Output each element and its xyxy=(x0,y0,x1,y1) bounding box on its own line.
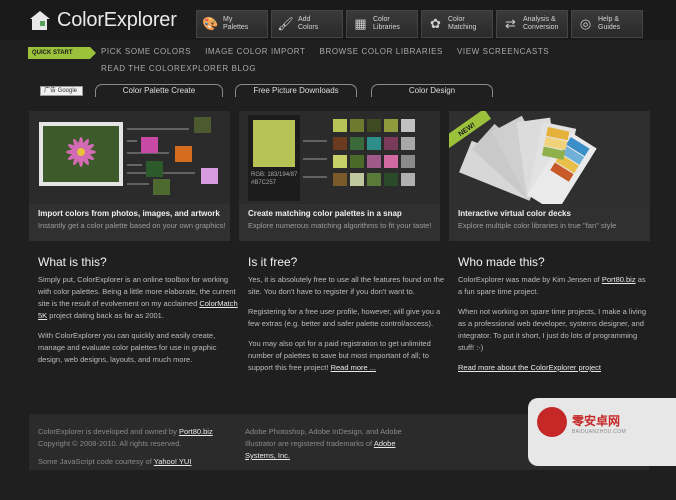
quick-start-label: QUICK START xyxy=(28,47,96,59)
link-pick-colors[interactable]: PICK SOME COLORS xyxy=(101,47,191,56)
link-browse-libraries[interactable]: BROWSE COLOR LIBRARIES xyxy=(320,47,443,56)
footer-link-port80[interactable]: Port80.biz xyxy=(179,427,213,436)
lifebuoy-icon: ◎ xyxy=(579,16,592,31)
sub-nav: QUICK START PICK SOME COLORS IMAGE COLOR… xyxy=(0,42,676,77)
nav-item-label: Analysis & Conversion xyxy=(523,16,559,31)
swatch-rgb-text: RGB: 183/194/87 #B7C257 xyxy=(251,172,298,186)
main-nav: 🎨 My Palettes 🖌 Add Colors ▦ Color Libraries ✿… xyxy=(196,10,643,38)
nav-item-label: Help & Guides xyxy=(598,16,621,31)
watermark: 零安卓网 BAIDUANZHOU.COM xyxy=(528,398,676,466)
library-icon: ▦ xyxy=(354,16,367,31)
feature-panel-matching[interactable]: RGB: 183/194/87 #B7C257 Create matching c… xyxy=(239,111,440,241)
panel-description: Explore multiple color libraries in true… xyxy=(458,221,617,230)
panel-description: Instantly get a color palette based on y… xyxy=(38,221,226,230)
section-who: Who made this? ColorExplorer was made by… xyxy=(458,255,647,372)
section-what: What is this? Simply put, ColorExplorer … xyxy=(38,255,238,364)
section-heading: Who made this? xyxy=(458,255,545,269)
house-logo-icon xyxy=(30,10,51,31)
nav-item-label: Color Libraries xyxy=(373,16,400,31)
section-free: Is it free? Yes, it is absolutely free t… xyxy=(248,255,448,382)
matching-illustration xyxy=(239,111,440,204)
feature-panel-import[interactable]: Import colors from photos, images, and a… xyxy=(29,111,230,241)
link-port80[interactable]: Port80.biz xyxy=(602,275,636,284)
link-read-more-project[interactable]: Read more about the ColorExplorer projec… xyxy=(458,363,601,372)
footer-link-yui[interactable]: Yahoo! YUI xyxy=(154,457,192,466)
ad-link-palette-create[interactable]: Color Palette Create xyxy=(95,84,223,97)
link-image-import[interactable]: IMAGE COLOR IMPORT xyxy=(205,47,305,56)
nav-item-label: Color Matching xyxy=(448,16,477,31)
palette-icon: 🎨 xyxy=(202,16,219,31)
import-illustration xyxy=(29,111,230,204)
panel-title: Create matching color palettes in a snap xyxy=(248,209,402,218)
link-blog[interactable]: READ THE COLOREXPLORER BLOG xyxy=(101,64,256,73)
color-wheel-icon: ✿ xyxy=(430,16,441,31)
brush-icon: 🖌 xyxy=(277,16,294,31)
panel-title: Interactive virtual color decks xyxy=(458,209,571,218)
google-ad-button[interactable]: 广告 Google xyxy=(40,86,83,96)
top-bar: ColorExplorer 🎨 My Palettes 🖌 Add Colors ▦ Co… xyxy=(0,0,676,40)
panel-description: Explore numerous matching algorithms to … xyxy=(248,221,432,230)
section-heading: What is this? xyxy=(38,255,107,269)
nav-item-label: Add Colors xyxy=(298,16,319,31)
panel-title: Import colors from photos, images, and a… xyxy=(38,209,220,218)
nav-item-0[interactable]: 🎨 My Palettes xyxy=(196,10,268,38)
watermark-logo-icon xyxy=(537,407,567,437)
ad-link-color-design[interactable]: Color Design xyxy=(371,84,493,97)
nav-item-5[interactable]: ◎ Help & Guides xyxy=(571,10,643,38)
nav-item-3[interactable]: ✿ Color Matching xyxy=(421,10,493,38)
section-heading: Is it free? xyxy=(248,255,298,269)
convert-icon: ⇄ xyxy=(505,16,516,31)
nav-item-label: My Palettes xyxy=(223,16,249,31)
link-screencasts[interactable]: VIEW SCREENCASTS xyxy=(457,47,549,56)
link-read-more[interactable]: Read more ... xyxy=(331,363,376,372)
color-deck-illustration: NEW! xyxy=(449,111,650,204)
feature-panel-decks[interactable]: NEW! Interactive virtual color decks Exp… xyxy=(449,111,650,241)
ad-link-picture-downloads[interactable]: Free Picture Downloads xyxy=(235,84,357,97)
app-logo[interactable]: ColorExplorer xyxy=(30,9,177,32)
nav-item-2[interactable]: ▦ Color Libraries xyxy=(346,10,418,38)
nav-item-1[interactable]: 🖌 Add Colors xyxy=(271,10,343,38)
nav-item-4[interactable]: ⇄ Analysis & Conversion xyxy=(496,10,568,38)
app-title: ColorExplorer xyxy=(57,9,177,31)
